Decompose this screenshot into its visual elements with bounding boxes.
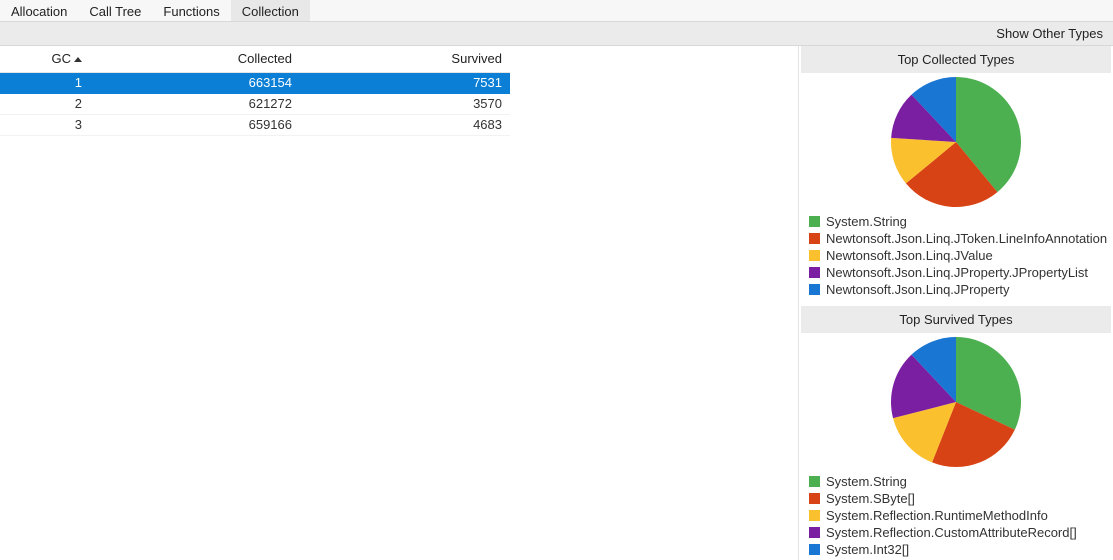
tab-collection[interactable]: Collection (231, 0, 310, 21)
column-header-survived[interactable]: Survived (300, 46, 510, 72)
legend-label: System.Reflection.CustomAttributeRecord[… (826, 525, 1077, 540)
legend-item: Newtonsoft.Json.Linq.JProperty (809, 281, 1103, 298)
chart-title: Top Collected Types (801, 46, 1111, 73)
legend-item: System.SByte[] (809, 490, 1103, 507)
legend: System.String System.SByte[] System.Reflec… (801, 471, 1111, 560)
legend-swatch-icon (809, 527, 820, 538)
legend-item: Newtonsoft.Json.Linq.JProperty.JProperty… (809, 264, 1103, 281)
legend-swatch-icon (809, 493, 820, 504)
legend-item: Newtonsoft.Json.Linq.JValue (809, 247, 1103, 264)
sort-asc-icon (74, 57, 82, 62)
tab-call-tree[interactable]: Call Tree (78, 0, 152, 21)
chart-wrap (801, 75, 1111, 211)
cell-survived: 4683 (300, 114, 510, 135)
gc-table-panel: GC Collected Survived 166315475312621272… (0, 46, 799, 560)
legend-item: Newtonsoft.Json.Linq.JToken.LineInfoAnno… (809, 230, 1103, 247)
pie-chart (891, 77, 1021, 207)
legend-label: Newtonsoft.Json.Linq.JToken.LineInfoAnno… (826, 231, 1107, 246)
legend-swatch-icon (809, 250, 820, 261)
main: GC Collected Survived 166315475312621272… (0, 46, 1113, 560)
legend-swatch-icon (809, 233, 820, 244)
toolbar: Show Other Types (0, 22, 1113, 46)
chart-title: Top Survived Types (801, 306, 1111, 333)
cell-gc: 1 (0, 72, 90, 93)
charts-panel: Top Collected TypesSystem.StringNewtonso… (799, 46, 1113, 560)
pie-chart (891, 337, 1021, 467)
cell-gc: 3 (0, 114, 90, 135)
cell-collected: 621272 (90, 93, 300, 114)
legend-label: System.String (826, 474, 907, 489)
legend-swatch-icon (809, 284, 820, 295)
tab-bar: Allocation Call Tree Functions Collectio… (0, 0, 1113, 22)
legend-item: System.Int32[] (809, 541, 1103, 558)
legend-item: System.Reflection.RuntimeMethodInfo (809, 507, 1103, 524)
legend-swatch-icon (809, 544, 820, 555)
legend-swatch-icon (809, 510, 820, 521)
legend-label: Newtonsoft.Json.Linq.JProperty.JProperty… (826, 265, 1088, 280)
legend-label: System.SByte[] (826, 491, 915, 506)
cell-survived: 7531 (300, 72, 510, 93)
show-other-types-link[interactable]: Show Other Types (996, 26, 1103, 41)
tab-functions[interactable]: Functions (152, 0, 230, 21)
column-header-gc-label: GC (52, 51, 72, 66)
table-row[interactable]: 36591664683 (0, 114, 510, 135)
legend-swatch-icon (809, 476, 820, 487)
cell-survived: 3570 (300, 93, 510, 114)
column-header-gc[interactable]: GC (0, 46, 90, 72)
column-header-collected-label: Collected (238, 51, 292, 66)
legend: System.StringNewtonsoft.Json.Linq.JToken… (801, 211, 1111, 306)
legend-label: System.Reflection.RuntimeMethodInfo (826, 508, 1048, 523)
legend-item: System.String (809, 473, 1103, 490)
legend-label: Newtonsoft.Json.Linq.JProperty (826, 282, 1010, 297)
legend-item: System.String (809, 213, 1103, 230)
legend-label: Newtonsoft.Json.Linq.JValue (826, 248, 993, 263)
legend-swatch-icon (809, 216, 820, 227)
legend-swatch-icon (809, 267, 820, 278)
cell-gc: 2 (0, 93, 90, 114)
column-header-survived-label: Survived (451, 51, 502, 66)
legend-item: System.Reflection.CustomAttributeRecord[… (809, 524, 1103, 541)
cell-collected: 659166 (90, 114, 300, 135)
table-row[interactable]: 16631547531 (0, 72, 510, 93)
table-row[interactable]: 26212723570 (0, 93, 510, 114)
cell-collected: 663154 (90, 72, 300, 93)
legend-label: System.Int32[] (826, 542, 909, 557)
chart-wrap (801, 335, 1111, 471)
column-header-collected[interactable]: Collected (90, 46, 300, 72)
legend-label: System.String (826, 214, 907, 229)
gc-table: GC Collected Survived 166315475312621272… (0, 46, 510, 136)
tab-allocation[interactable]: Allocation (0, 0, 78, 21)
